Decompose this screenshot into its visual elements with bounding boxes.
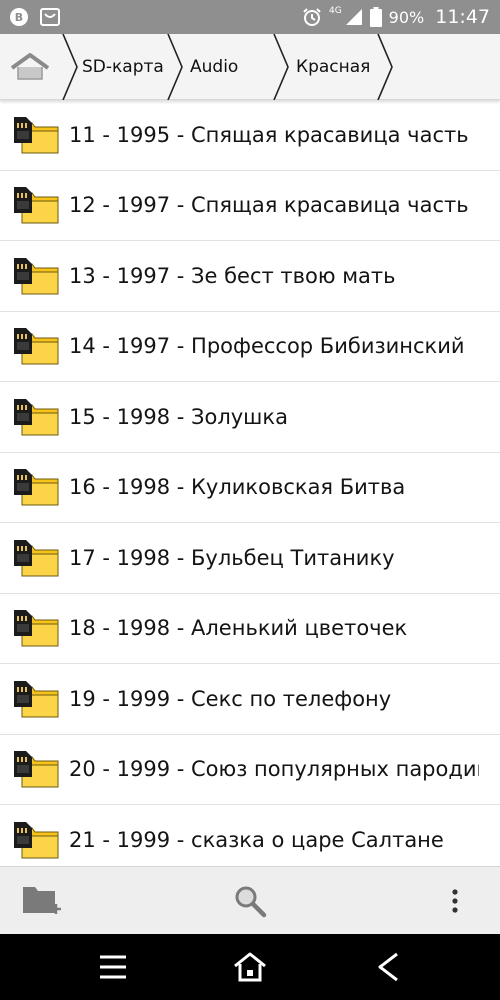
search-button[interactable]	[220, 867, 280, 935]
chevron-right-icon	[62, 34, 78, 100]
sd-folder-icon	[14, 539, 59, 577]
breadcrumb-item-label: Красная	[296, 57, 371, 77]
file-name: 13 - 1997 - Зе бест твою мать	[69, 263, 396, 288]
sd-folder-icon	[14, 116, 59, 154]
status-bar: B 4G 90% 11:47	[0, 0, 500, 34]
list-item[interactable]: 11 - 1995 - Спящая красавица часть	[0, 100, 500, 171]
sd-folder-icon	[14, 187, 59, 224]
sd-folder-icon	[14, 257, 59, 295]
file-name: 18 - 1998 - Аленький цветочек	[69, 616, 408, 641]
breadcrumb-item-audio[interactable]: Audio	[190, 34, 270, 100]
search-icon	[235, 886, 267, 918]
chevron-right-icon	[167, 34, 183, 100]
app-badge-icon: B	[10, 8, 28, 26]
file-name: 15 - 1998 - Золушка	[69, 404, 288, 429]
breadcrumb-item-label: Audio	[190, 57, 239, 77]
sd-folder-icon	[14, 680, 59, 718]
home-icon	[234, 952, 266, 982]
signal-icon	[345, 9, 362, 25]
menu-icon	[100, 955, 126, 979]
list-item[interactable]: 13 - 1997 - Зе бест твою мать	[0, 241, 500, 312]
alarm-icon	[303, 8, 321, 26]
file-name: 12 - 1997 - Спящая красавица часть	[69, 193, 469, 218]
file-name: 17 - 1998 - Бульбец Титанику	[69, 545, 395, 570]
system-nav-bar	[0, 934, 500, 1000]
file-list: 11 - 1995 - Спящая красавица часть 12 - …	[0, 100, 500, 866]
nav-menu-button[interactable]	[73, 934, 153, 1000]
sd-folder-icon	[14, 610, 59, 647]
new-folder-icon	[23, 887, 61, 914]
sd-folder-icon	[14, 398, 59, 436]
home-icon	[10, 53, 50, 80]
back-icon	[378, 952, 398, 982]
file-name: 11 - 1995 - Спящая красавица часть	[69, 122, 469, 147]
breadcrumb-item-label: SD-карта	[82, 57, 164, 77]
bottom-toolbar	[0, 866, 500, 934]
file-name: 19 - 1999 - Секс по телефону	[69, 686, 392, 711]
chevron-right-icon	[273, 34, 289, 100]
list-item[interactable]: 17 - 1998 - Бульбец Титанику	[0, 523, 500, 594]
sd-folder-icon	[14, 328, 59, 365]
list-item[interactable]: 20 - 1999 - Союз популярных пародий	[0, 735, 500, 805]
breadcrumb: SD-карта Audio Красная	[0, 34, 500, 100]
list-item[interactable]: 15 - 1998 - Золушка	[0, 382, 500, 453]
list-item[interactable]: 14 - 1997 - Профессор Бибизинский	[0, 312, 500, 382]
file-name: 14 - 1997 - Профессор Бибизинский	[69, 334, 465, 359]
sd-folder-icon	[14, 821, 59, 859]
notification-box-icon	[40, 8, 60, 26]
breadcrumb-home[interactable]	[0, 34, 60, 100]
sd-folder-icon	[14, 751, 59, 788]
battery-icon	[369, 7, 382, 27]
nav-home-button[interactable]	[210, 934, 290, 1000]
sd-folder-icon	[14, 469, 59, 506]
list-item[interactable]: 21 - 1999 - сказка о царе Салтане	[0, 805, 500, 866]
file-name: 16 - 1998 - Куликовская Битва	[69, 475, 406, 500]
list-item[interactable]: 16 - 1998 - Куликовская Битва	[0, 453, 500, 523]
battery-percent: 90%	[388, 7, 425, 27]
breadcrumb-item-sd-card[interactable]: SD-карта	[82, 34, 165, 100]
nav-back-button[interactable]	[348, 934, 428, 1000]
breadcrumb-item-current[interactable]: Красная	[296, 34, 376, 100]
new-folder-button[interactable]	[12, 867, 72, 935]
chevron-right-icon	[377, 34, 393, 100]
list-item[interactable]: 12 - 1997 - Спящая красавица часть	[0, 171, 500, 241]
list-item[interactable]: 18 - 1998 - Аленький цветочек	[0, 594, 500, 664]
network-type-label: 4G	[328, 6, 342, 16]
more-vert-icon	[452, 889, 458, 913]
overflow-menu-button[interactable]	[425, 867, 485, 935]
clock: 11:47	[435, 6, 490, 28]
file-name: 21 - 1999 - сказка о царе Салтане	[69, 827, 444, 852]
file-name: 20 - 1999 - Союз популярных пародий	[69, 757, 479, 782]
list-item[interactable]: 19 - 1999 - Секс по телефону	[0, 664, 500, 735]
